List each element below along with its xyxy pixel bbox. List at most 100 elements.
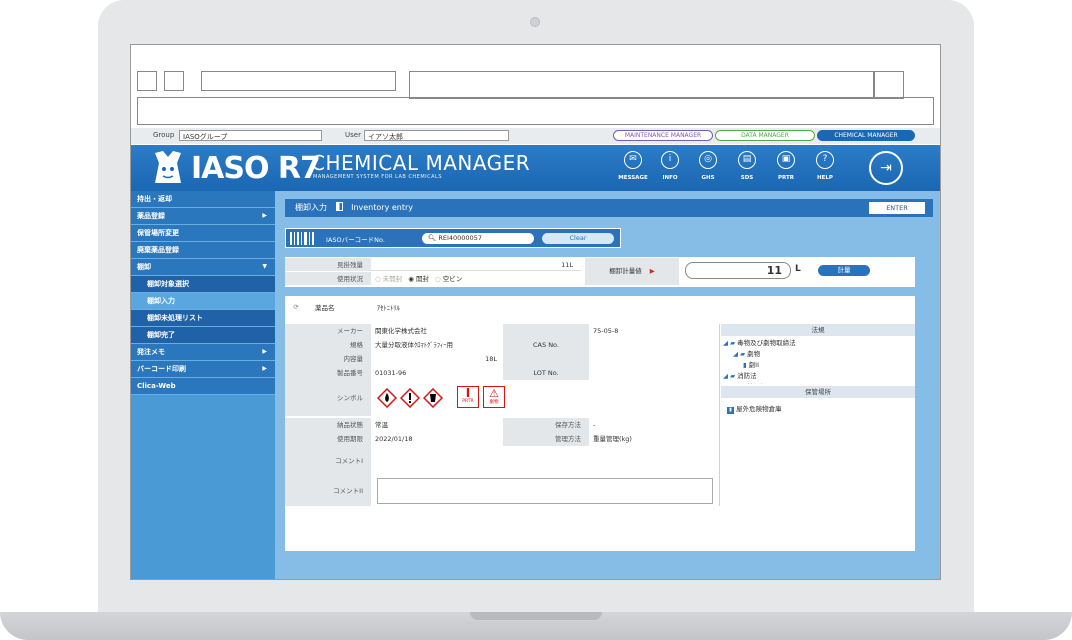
- maintenance-manager-button[interactable]: MAINTENANCE MANAGER: [613, 130, 713, 141]
- ghs-flammable-icon: [377, 388, 397, 408]
- law-item-label: 第四類: [747, 383, 767, 384]
- message-icon[interactable]: ✉ MESSAGE: [615, 151, 651, 181]
- page-title-en: Inventory entry: [351, 203, 413, 212]
- folder-icon: ◢ ▰: [723, 372, 738, 380]
- logout-icon[interactable]: ⇥: [869, 151, 903, 185]
- sidebar-item-label: 薬品登録: [137, 212, 165, 220]
- prtr-icon[interactable]: ▣ PRTR: [768, 151, 804, 181]
- refresh-icon[interactable]: ⟳: [289, 300, 303, 314]
- sidebar-item[interactable]: バーコード印刷 ▶: [131, 361, 275, 378]
- info-icon[interactable]: i INFO: [652, 151, 688, 181]
- barcode-icon: [290, 232, 314, 245]
- sidebar-item[interactable]: 棚卸入力: [131, 293, 275, 310]
- folder-icon: ◢ ▰: [733, 383, 747, 384]
- sidebar-item[interactable]: 薬品登録 ▶: [131, 208, 275, 225]
- back-button[interactable]: [137, 71, 157, 91]
- comment2-field[interactable]: [377, 478, 713, 504]
- address-bar[interactable]: [409, 71, 874, 99]
- main-content: 棚卸入力 Inventory entry ENTER IASOバーコードNo. …: [275, 191, 940, 579]
- app-screen: Group IASOグループ User イアソ太郎 MAINTENANCE MA…: [130, 44, 941, 580]
- law-item-label: 毒物及び劇物取締法: [737, 339, 796, 347]
- law-item[interactable]: ◢ ▰ 第四類: [723, 382, 913, 384]
- browser-menu-button[interactable]: [874, 71, 904, 99]
- volume-value: 18L: [485, 355, 497, 363]
- sidebar-item[interactable]: 保管場所変更: [131, 225, 275, 242]
- symbol-label: シンボル: [285, 380, 371, 416]
- sidebar-item-label: バーコード印刷: [137, 365, 186, 373]
- sidebar-item[interactable]: 発注メモ ▶: [131, 344, 275, 361]
- sidebar-item[interactable]: 廃棄薬品登録: [131, 242, 275, 259]
- location-header: 保管場所: [721, 386, 915, 398]
- ghs-icon[interactable]: ◎ GHS: [690, 151, 726, 181]
- status-option[interactable]: ○ 未開封: [375, 275, 402, 283]
- sidebar-item-label: 棚卸入力: [147, 297, 175, 305]
- clear-button[interactable]: Clear: [542, 233, 614, 244]
- sidebar: 持出・返却薬品登録 ▶ 保管場所変更廃棄薬品登録棚卸 ▼ 棚卸対象選択棚卸入力棚卸未処理…: [131, 191, 275, 579]
- barcode-input[interactable]: 🔍︎ REI40000057: [422, 233, 534, 244]
- status-option-label: 空ビン: [442, 275, 463, 283]
- cas-value: 75-05-8: [593, 327, 619, 335]
- logo-text: IASO R7: [191, 151, 321, 186]
- comment1-label: コメントI: [285, 446, 371, 476]
- sidebar-toggle-icon: [335, 202, 343, 211]
- sidebar-item[interactable]: 棚卸対象選択: [131, 276, 275, 293]
- data-manager-button[interactable]: DATA MANAGER: [715, 130, 815, 141]
- measure-input[interactable]: 11: [685, 262, 791, 279]
- folder-icon: ◢ ▰: [723, 339, 738, 347]
- law-item[interactable]: ◢ ▰ 毒物及び劇物取締法: [723, 338, 913, 349]
- name-value: ｱｾﾄﾆﾄﾘﾙ: [377, 304, 400, 312]
- law-item[interactable]: ▮ 劇II: [723, 360, 913, 371]
- play-icon: ▶: [649, 267, 655, 275]
- prtr-badge: I PRTR: [457, 386, 479, 408]
- sidebar-item-label: 廃棄薬品登録: [137, 246, 179, 254]
- mgmt-value: 重量管理(kg): [593, 435, 632, 443]
- law-item[interactable]: ◢ ▰ 消防法: [723, 371, 913, 382]
- sidebar-item[interactable]: 棚卸 ▼: [131, 259, 275, 276]
- sds-icon[interactable]: ▤ SDS: [729, 151, 765, 181]
- law-item[interactable]: ◢ ▰ 劇物: [723, 349, 913, 360]
- measure-button[interactable]: 計量: [818, 265, 870, 276]
- chevron-icon: ▼: [262, 263, 267, 270]
- location-value: 屋外危険物倉庫: [736, 405, 782, 413]
- comment2-label: コメントII: [285, 476, 371, 506]
- enter-button[interactable]: ENTER: [869, 202, 925, 214]
- product-value: 01031-96: [375, 369, 407, 377]
- sidebar-item[interactable]: 持出・返却: [131, 191, 275, 208]
- status-option[interactable]: ◉ 開封: [408, 275, 429, 283]
- barcode-value: REI40000057: [438, 234, 482, 242]
- sidebar-item-label: 発注メモ: [137, 348, 165, 356]
- tab-box[interactable]: [201, 71, 396, 91]
- info-icon-label: INFO: [662, 175, 678, 181]
- grade-label: 規格: [285, 338, 371, 352]
- maker-value: 関東化学株式会社: [375, 327, 427, 335]
- measure-label-cell: 棚卸計量値 ▶: [585, 258, 679, 285]
- forward-button[interactable]: [164, 71, 184, 91]
- status-option[interactable]: ○ 空ビン: [435, 275, 462, 283]
- storage-method-label: 保存方法: [503, 418, 589, 432]
- name-label: 薬品名: [315, 304, 335, 312]
- user-field[interactable]: イアソ太郎: [364, 130, 509, 141]
- law-header: 法規: [721, 324, 915, 336]
- group-label: Group: [153, 131, 175, 139]
- info-icon-glyph: i: [661, 151, 679, 169]
- remaining-value: 11L: [371, 258, 581, 271]
- help-icon[interactable]: ? HELP: [807, 151, 843, 181]
- logo-mascot-icon: [155, 151, 181, 183]
- session-bar: Group IASOグループ User イアソ太郎 MAINTENANCE MA…: [131, 128, 940, 144]
- chemical-manager-button[interactable]: CHEMICAL MANAGER: [817, 130, 915, 141]
- sidebar-item[interactable]: 棚卸未処理リスト: [131, 310, 275, 327]
- comment1-field[interactable]: [375, 448, 715, 474]
- sidebar-item[interactable]: 棚卸完了: [131, 327, 275, 344]
- location-item[interactable]: ▮ 屋外危険物倉庫: [727, 404, 782, 415]
- mgmt-label: 管理方法: [503, 432, 589, 446]
- measure-label: 棚卸計量値: [609, 267, 642, 275]
- poison-badge-mark: ⚠: [489, 387, 499, 400]
- detail-panel: ⟳ 薬品名 ｱｾﾄﾆﾄﾘﾙ メーカー 関東化学株式会社 規格 大量分取液体ｸﾛﾏ…: [285, 296, 915, 551]
- help-icon-label: HELP: [817, 175, 833, 181]
- help-icon-glyph: ?: [816, 151, 834, 169]
- group-field[interactable]: IASOグループ: [179, 130, 322, 141]
- column-divider: [719, 324, 720, 506]
- sidebar-item[interactable]: Clica-Web: [131, 378, 275, 395]
- sidebar-item-label: 持出・返却: [137, 195, 172, 203]
- remaining-label: 見掛残量: [285, 258, 371, 271]
